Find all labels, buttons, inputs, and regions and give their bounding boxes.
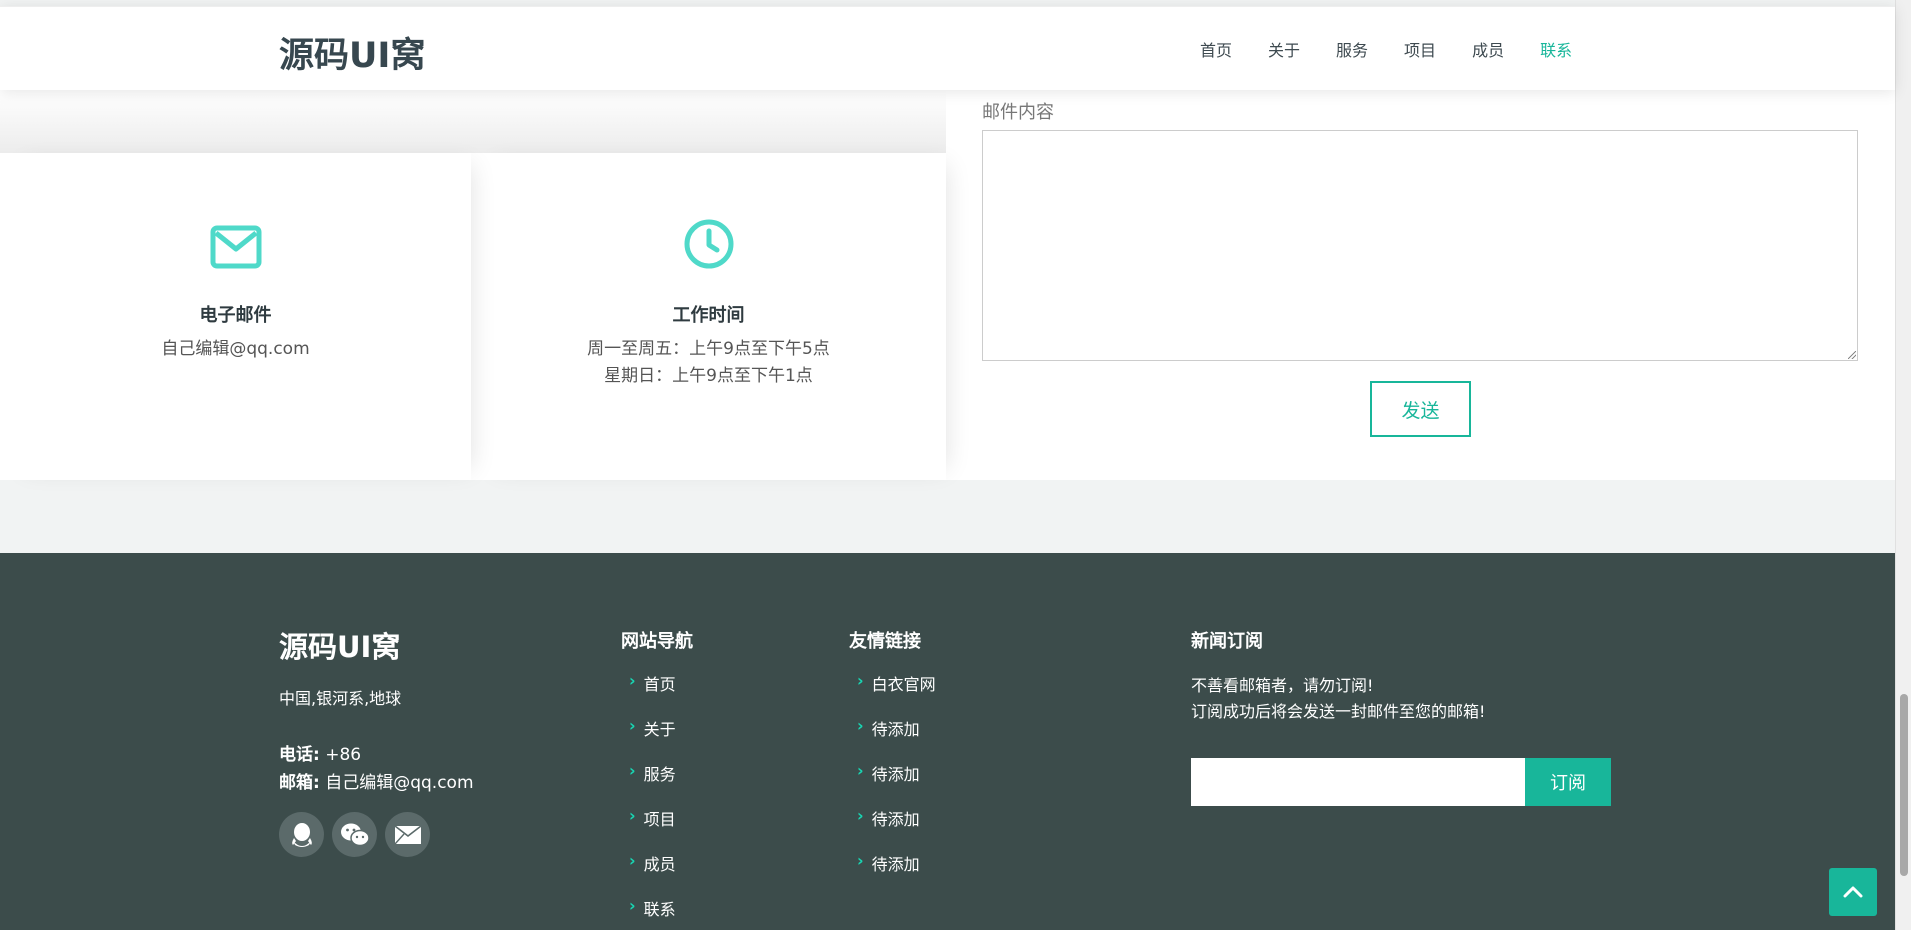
friend-link-item[interactable]: › 待添加 — [857, 851, 936, 896]
mail-icon[interactable] — [385, 812, 430, 857]
hours-line-weekday: 周一至周五：上午9点至下午5点 — [587, 339, 830, 359]
chevron-right-icon: › — [629, 671, 636, 690]
chevron-right-icon: › — [857, 806, 864, 825]
footer-nav-label: 成员 — [643, 855, 676, 874]
news-line-1: 不善看邮箱者，请勿订阅! — [1191, 676, 1374, 695]
email-info-title: 电子邮件 — [199, 305, 272, 326]
friend-link-label: 待添加 — [871, 855, 920, 874]
site-logo[interactable]: 源码UI窝 — [279, 27, 425, 78]
subscribe-email-input[interactable] — [1191, 758, 1525, 806]
hours-line-sunday: 星期日：上午9点至下午1点 — [604, 366, 813, 386]
chevron-right-icon: › — [629, 761, 636, 780]
footer-news-title: 新闻订阅 — [1191, 631, 1263, 652]
footer-friend-list: › 白衣官网 › 待添加 › 待添加 › 待添加 › 待添加 — [857, 671, 936, 896]
footer-nav-item-services[interactable]: › 服务 — [629, 761, 676, 806]
footer-address: 中国,银河系,地球 — [279, 689, 402, 708]
friend-link-item[interactable]: › 白衣官网 — [857, 671, 936, 716]
nav-item-home[interactable]: 首页 — [1200, 37, 1232, 61]
footer-nav-label: 服务 — [643, 765, 676, 784]
back-to-top-button[interactable] — [1829, 868, 1877, 916]
footer-friend-title: 友情链接 — [849, 631, 921, 652]
footer-nav-item-about[interactable]: › 关于 — [629, 716, 676, 761]
friend-link-item[interactable]: › 待添加 — [857, 761, 936, 806]
qq-icon[interactable] — [279, 812, 324, 857]
chevron-right-icon: › — [629, 851, 636, 870]
envelope-icon — [210, 225, 262, 273]
wechat-icon[interactable] — [332, 812, 377, 857]
textarea-resize-grip[interactable] — [1848, 351, 1856, 359]
chevron-right-icon: › — [629, 806, 636, 825]
chevron-right-icon: › — [857, 671, 864, 690]
chevron-right-icon: › — [857, 851, 864, 870]
friend-link-label: 待添加 — [871, 720, 920, 739]
hours-info-box: 工作时间 周一至周五：上午9点至下午5点 星期日：上午9点至下午1点 — [471, 153, 946, 480]
site-header: 源码UI窝 首页 关于 服务 项目 成员 联系 — [0, 6, 1895, 90]
contact-top-shade — [0, 90, 946, 153]
email-info-box: 电子邮件 自己编辑@qq.com — [0, 153, 471, 480]
footer-nav-item-members[interactable]: › 成员 — [629, 851, 676, 896]
chevron-right-icon: › — [629, 896, 636, 915]
news-line-2: 订阅成功后将会发送一封邮件至您的邮箱! — [1191, 702, 1486, 721]
footer-nav-item-home[interactable]: › 首页 — [629, 671, 676, 716]
hours-info-title: 工作时间 — [672, 305, 745, 326]
chevron-up-icon — [1843, 886, 1863, 898]
footer-phone-label: 电话: — [279, 745, 320, 765]
friend-link-item[interactable]: › 待添加 — [857, 716, 936, 761]
nav-item-projects[interactable]: 项目 — [1404, 37, 1436, 61]
social-links — [279, 812, 438, 857]
email-content-textarea[interactable] — [982, 130, 1858, 361]
scrollbar-thumb[interactable] — [1900, 694, 1908, 876]
footer-nav-label: 项目 — [643, 810, 676, 829]
footer-email-label: 邮箱: — [279, 773, 320, 793]
contact-section: 电子邮件 自己编辑@qq.com 工作时间 周一至周五：上午9点至下午5点 星期… — [0, 90, 1895, 480]
chevron-right-icon: › — [857, 761, 864, 780]
send-button[interactable]: 发送 — [1370, 381, 1471, 437]
footer-brand: 源码UI窝 — [279, 630, 401, 664]
friend-link-item[interactable]: › 待添加 — [857, 806, 936, 851]
chevron-right-icon: › — [857, 716, 864, 735]
subscribe-button[interactable]: 订阅 — [1525, 758, 1611, 806]
main-nav: 首页 关于 服务 项目 成员 联系 — [1200, 7, 1608, 91]
friend-link-label: 待添加 — [871, 810, 920, 829]
footer-nav-item-contact[interactable]: › 联系 — [629, 896, 676, 930]
page: 源码UI窝 首页 关于 服务 项目 成员 联系 电子邮件 自己编辑@qq.com — [0, 0, 1911, 930]
friend-link-label: 待添加 — [871, 765, 920, 784]
site-footer: 源码UI窝 中国,银河系,地球 电话: +86 邮箱: 自己编辑@qq.com — [0, 553, 1895, 930]
email-content-label: 邮件内容 — [982, 102, 1054, 123]
footer-nav-label: 首页 — [643, 675, 676, 694]
footer-email-value: 自己编辑@qq.com — [325, 773, 474, 793]
footer-nav-item-projects[interactable]: › 项目 — [629, 806, 676, 851]
footer-nav-label: 联系 — [643, 900, 676, 919]
footer-email: 邮箱: 自己编辑@qq.com — [279, 768, 474, 793]
page-scrollbar[interactable] — [1895, 0, 1911, 930]
footer-phone: 电话: +86 — [279, 740, 361, 765]
nav-item-members[interactable]: 成员 — [1472, 37, 1504, 61]
nav-item-about[interactable]: 关于 — [1268, 37, 1300, 61]
clock-icon — [683, 218, 735, 274]
friend-link-label: 白衣官网 — [871, 675, 936, 694]
footer-nav-list: › 首页 › 关于 › 服务 › 项目 › 成员 › 联系 — [629, 671, 676, 930]
nav-item-services[interactable]: 服务 — [1336, 37, 1368, 61]
chevron-right-icon: › — [629, 716, 636, 735]
footer-nav-title: 网站导航 — [621, 631, 693, 652]
footer-nav-label: 关于 — [643, 720, 676, 739]
footer-phone-value: +86 — [325, 745, 362, 765]
nav-item-contact[interactable]: 联系 — [1540, 37, 1572, 61]
hours-info-text: 周一至周五：上午9点至下午5点 星期日：上午9点至下午1点 — [471, 336, 946, 390]
footer-news-text: 不善看邮箱者，请勿订阅! 订阅成功后将会发送一封邮件至您的邮箱! — [1191, 673, 1485, 725]
email-info-text: 自己编辑@qq.com — [161, 339, 310, 359]
